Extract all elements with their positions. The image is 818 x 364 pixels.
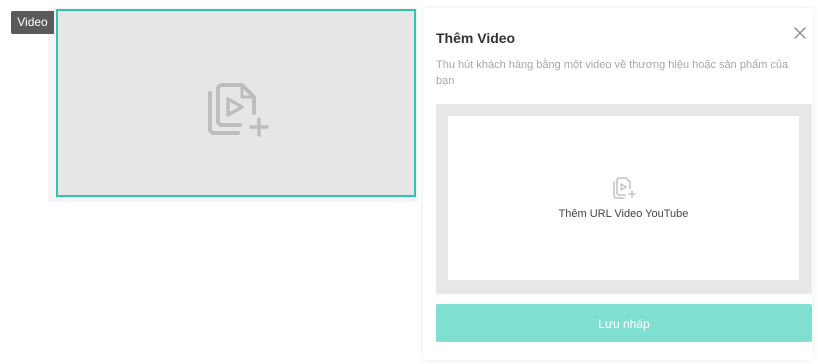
close-icon[interactable] xyxy=(793,26,807,40)
save-draft-button[interactable]: Lưu nháp xyxy=(436,304,812,342)
video-block[interactable] xyxy=(56,9,416,197)
panel-description: Thu hút khách hàng bằng một video về thư… xyxy=(436,59,789,87)
section-tag[interactable]: Video xyxy=(11,11,54,34)
dropzone-inner[interactable]: Thêm URL Video YouTube xyxy=(448,116,799,280)
add-video-icon xyxy=(208,83,269,137)
add-video-icon xyxy=(613,177,636,199)
panel-title: Thêm Video xyxy=(436,30,516,46)
editor-root: Video Thêm Video Thu hút khách hàng bằng… xyxy=(0,0,818,364)
add-video-panel: Thêm Video Thu hút khách hàng bằng một v… xyxy=(423,8,813,360)
dropzone-label: Thêm URL Video YouTube xyxy=(558,208,689,220)
video-dropzone[interactable]: Thêm URL Video YouTube xyxy=(436,104,812,294)
